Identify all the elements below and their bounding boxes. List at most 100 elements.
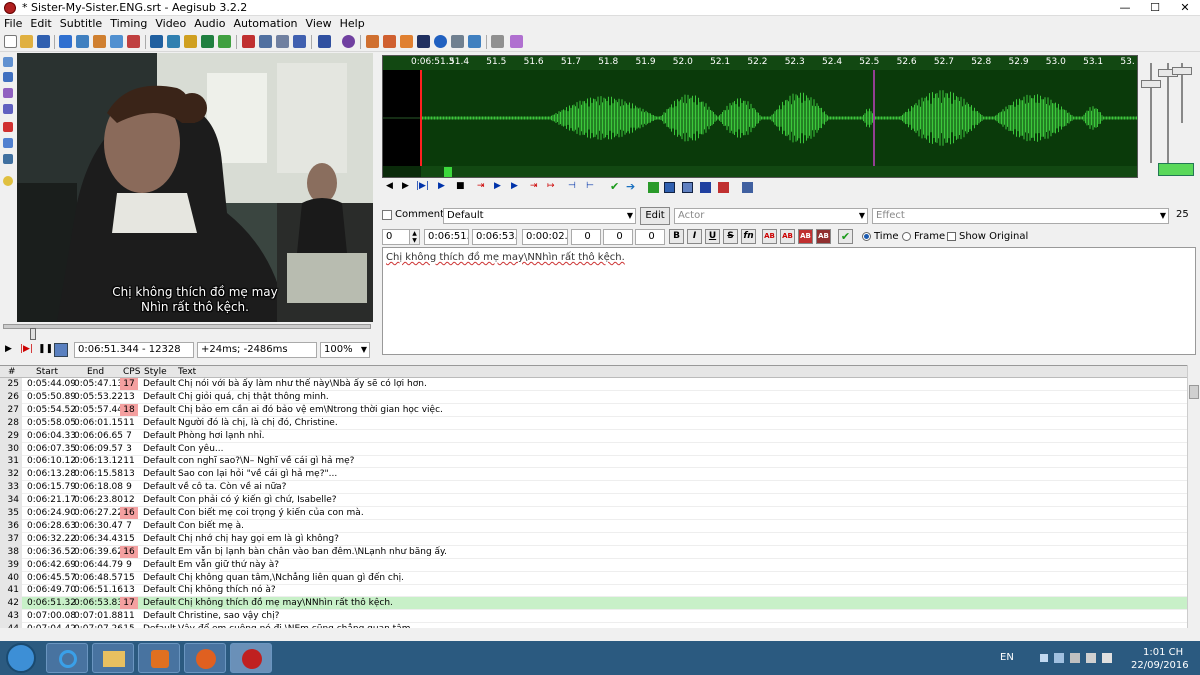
play-first-500ms-icon[interactable]: ▶	[511, 181, 518, 191]
maximize-button[interactable]: ☐	[1140, 0, 1170, 15]
layer-spin-icon[interactable]: ▲ ▼	[409, 229, 420, 245]
battery-icon[interactable]	[1086, 653, 1096, 663]
col-cps[interactable]: CPS	[123, 366, 140, 378]
stop-icon[interactable]	[417, 35, 430, 48]
col-text[interactable]: Text	[178, 366, 196, 378]
automation-icon[interactable]	[318, 35, 331, 48]
table-row[interactable]: 34 0:06:21.17 0:06:23.80 12 Default Con phải …	[0, 494, 1187, 508]
outline-color-button[interactable]: AB	[798, 229, 813, 244]
seek-thumb[interactable]	[30, 328, 36, 340]
audio-volume-slider[interactable]	[1167, 63, 1169, 163]
play-500ms-before-icon[interactable]: ⇥	[477, 181, 485, 191]
scale-tool-icon[interactable]	[3, 122, 13, 132]
video-position-field[interactable]: 0:06:51.344 - 12328	[74, 342, 194, 358]
table-row[interactable]: 44 0:07:04.420:07:07.2615 DefaultVậy để em…	[0, 623, 1187, 628]
font-button[interactable]: fn	[741, 229, 756, 244]
table-row[interactable]: 38 0:06:36.52 0:06:39.62 16 Default Em vẫn bị…	[0, 545, 1187, 559]
video-preview[interactable]: Chị không thích đồ mẹ may Nhìn rất thô k…	[17, 53, 373, 322]
rotate-xy-icon[interactable]	[3, 104, 13, 114]
auto-scroll-icon[interactable]	[682, 182, 693, 193]
menu-audio[interactable]: Audio	[190, 16, 229, 32]
standard-tool-icon[interactable]	[3, 57, 13, 67]
table-row[interactable]: 27 0:05:54.52 0:05:57.44 18 Default Chị bảo e…	[0, 403, 1187, 417]
table-row[interactable]: 31 0:06:10.12 0:06:13.12 11 Default con nghĩ …	[0, 455, 1187, 469]
time-radio[interactable]	[862, 232, 871, 241]
secondary-color-button[interactable]: AB	[780, 229, 795, 244]
snap-start-icon[interactable]	[366, 35, 379, 48]
end-time-field[interactable]: 0:06:53.83	[472, 229, 517, 245]
col-end[interactable]: End	[87, 366, 104, 378]
commit-icon[interactable]: ✔	[610, 180, 619, 193]
audio-link-toggle-icon[interactable]	[1158, 163, 1194, 176]
audio-waveform[interactable]: 0:06:51.3 51.4 51.5 51.6 51.7 51.8 51.9 52.0 52.…	[382, 55, 1138, 178]
spectrum-icon[interactable]	[700, 182, 711, 193]
menu-automation[interactable]: Automation	[229, 16, 301, 32]
resample-icon[interactable]	[184, 35, 197, 48]
table-row[interactable]: 39 0:06:42.69 0:06:44.79 9 Default Em vẫn giữ…	[0, 558, 1187, 572]
open-file-icon[interactable]	[20, 35, 33, 48]
menu-timing[interactable]: Timing	[106, 16, 151, 32]
play-selection-icon[interactable]: |▶|	[416, 181, 429, 191]
grid-scrollbar[interactable]	[1187, 365, 1200, 628]
about-icon[interactable]	[342, 35, 355, 48]
clock-icon[interactable]	[434, 35, 447, 48]
auto-commit-icon[interactable]	[648, 182, 659, 193]
shift-times-icon[interactable]	[400, 35, 413, 48]
duration-field[interactable]: 0:00:02.51	[522, 229, 568, 245]
menu-video[interactable]: Video	[151, 16, 190, 32]
start-button[interactable]	[6, 643, 36, 673]
play-current-line-icon[interactable]: ▶	[438, 181, 445, 191]
pause-icon[interactable]: ❚❚	[38, 344, 53, 354]
table-row[interactable]: 43 0:07:00.08 0:07:01.88 11 Default Christine…	[0, 610, 1187, 624]
clip-tool-icon[interactable]	[3, 138, 13, 148]
margin-left-field[interactable]: 0	[571, 229, 601, 245]
show-original-checkbox[interactable]	[947, 232, 956, 241]
underline-button[interactable]: U	[705, 229, 720, 244]
primary-color-button[interactable]: AB	[762, 229, 777, 244]
jump-to-icon[interactable]	[59, 35, 72, 48]
karaoke-mode-icon[interactable]	[718, 182, 729, 193]
set-end-icon[interactable]: ⊢	[586, 181, 594, 191]
play-line-icon[interactable]: |▶|	[20, 344, 33, 354]
stop-audio-icon[interactable]: ■	[456, 181, 465, 191]
start-time-field[interactable]: 0:06:51.32	[424, 229, 469, 245]
italic-button[interactable]: I	[687, 229, 702, 244]
volume-icon[interactable]	[1102, 653, 1112, 663]
menu-file[interactable]: File	[0, 16, 26, 32]
table-row[interactable]: 35 0:06:24.90 0:06:27.22 16 Default Con biết …	[0, 507, 1187, 520]
paste-over-icon[interactable]	[276, 35, 289, 48]
ie-taskbar-icon[interactable]	[46, 643, 88, 673]
audio-options-icon[interactable]	[742, 182, 753, 193]
video-seek-bar[interactable]	[3, 324, 371, 329]
bold-button[interactable]: B	[669, 229, 684, 244]
vector-clip-icon[interactable]	[3, 154, 13, 164]
table-row[interactable]: 29 0:06:04.33 0:06:06.65 7 Default Phòng hơi …	[0, 429, 1187, 443]
menu-edit[interactable]: Edit	[26, 16, 55, 32]
style-select[interactable]: Default ▼	[443, 208, 636, 224]
show-hidden-icons-icon[interactable]	[1040, 654, 1048, 662]
properties-icon[interactable]	[150, 35, 163, 48]
aegisub-app-icon[interactable]	[4, 2, 16, 14]
strikeout-button[interactable]: S	[723, 229, 738, 244]
explorer-taskbar-icon[interactable]	[92, 643, 134, 673]
timing-postprocessor-icon[interactable]	[201, 35, 214, 48]
language-indicator[interactable]: EN	[1000, 652, 1014, 663]
clock-date[interactable]: 22/09/2016	[1131, 660, 1189, 671]
go-to-icon[interactable]: ➔	[626, 180, 635, 193]
margin-right-field[interactable]: 0	[603, 229, 633, 245]
play-icon[interactable]: ▶	[5, 344, 12, 354]
search-icon[interactable]	[76, 35, 89, 48]
media-player-taskbar-icon[interactable]	[138, 643, 180, 673]
network-icon[interactable]	[1054, 653, 1064, 663]
attachments-icon[interactable]	[127, 35, 140, 48]
play-last-500ms-icon[interactable]: ⇥	[530, 181, 538, 191]
firefox-taskbar-icon[interactable]	[184, 643, 226, 673]
help-icon[interactable]	[3, 176, 13, 186]
snap-end-icon[interactable]	[383, 35, 396, 48]
menu-view[interactable]: View	[302, 16, 336, 32]
table-row[interactable]: 25 0:05:44.09 0:05:47.13 17 Default Chị nói v…	[0, 378, 1187, 391]
clock-time[interactable]: 1:01 CH	[1143, 647, 1183, 658]
table-row[interactable]: 28 0:05:58.05 0:06:01.15 11 Default Người đó …	[0, 416, 1187, 430]
table-row[interactable]: 42 0:06:51.32 0:06:53.83 17 Default Chị không…	[0, 597, 1187, 611]
play-to-end-icon[interactable]: ↦	[547, 181, 555, 191]
